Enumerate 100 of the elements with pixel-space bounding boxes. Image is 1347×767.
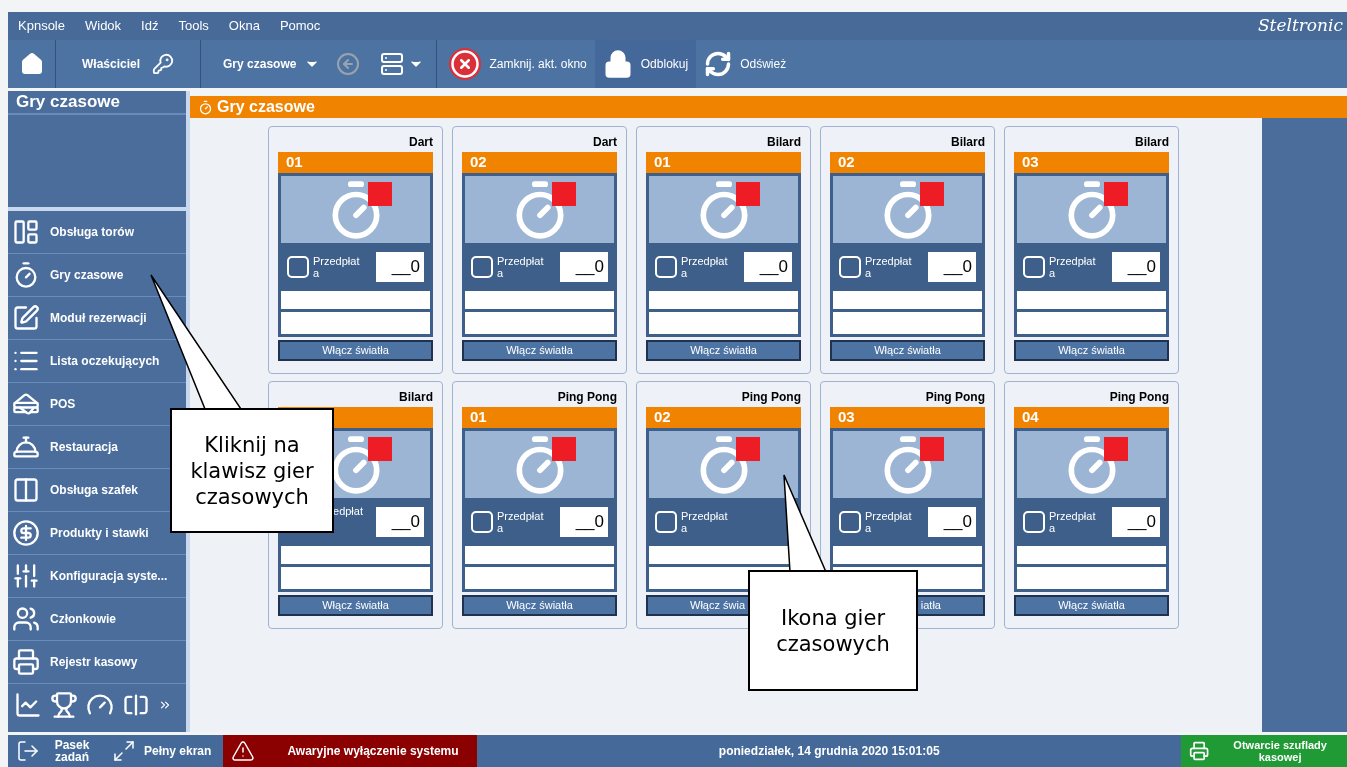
input-field[interactable]	[833, 312, 982, 334]
sidebar-item[interactable]: Obsługa torów	[8, 211, 186, 254]
sidebar-item[interactable]: Członkowie	[8, 598, 186, 641]
input-field[interactable]	[465, 546, 614, 564]
prepaid-amount-field[interactable]: __0	[1112, 252, 1160, 282]
locker-icon	[12, 476, 40, 504]
emergency-shutdown-button[interactable]: Awaryjne wyłączenie systemu	[223, 735, 478, 767]
input-field[interactable]	[281, 291, 430, 309]
game-name: Ping Pong	[557, 389, 617, 406]
input-field[interactable]	[649, 291, 798, 309]
lights-button[interactable]: Włącz światła	[278, 595, 433, 616]
prepaid-amount-field[interactable]: __0	[560, 252, 608, 282]
sidebar-item[interactable]: Rejestr kasowy	[8, 641, 186, 684]
input-field[interactable]	[649, 312, 798, 334]
hint-tooltip: Kliknij na klawisz gier czasowych	[170, 408, 334, 533]
prepaid-checkbox[interactable]	[287, 256, 309, 278]
lights-button[interactable]: Włącz światła	[278, 340, 433, 361]
refresh-icon	[704, 50, 733, 78]
input-field[interactable]	[833, 291, 982, 309]
sidebar-item[interactable]: Konfiguracja syste...	[8, 555, 186, 598]
menu-item[interactable]: Widok	[85, 16, 122, 36]
user-button[interactable]: Właściciel	[56, 40, 202, 88]
prepaid-checkbox[interactable]	[1023, 511, 1045, 533]
printer-icon	[1189, 739, 1210, 763]
prepaid-label: Przedpłata	[313, 255, 361, 279]
prepaid-amount-field[interactable]: __0	[928, 252, 976, 282]
prepaid-checkbox[interactable]	[471, 256, 493, 278]
lights-button[interactable]: Włącz światła	[646, 340, 801, 361]
input-field[interactable]	[833, 546, 982, 564]
printer-icon	[12, 648, 40, 676]
menu-item[interactable]: Tools	[178, 16, 209, 36]
menu-item[interactable]: Pomoc	[279, 16, 321, 36]
more-icon[interactable]	[158, 698, 172, 712]
prepaid-label: Przedpłata	[1049, 510, 1097, 534]
close-icon	[449, 48, 482, 80]
station-number-bar: 02	[830, 152, 985, 173]
lights-button[interactable]: Włącz światła	[1014, 595, 1169, 616]
trophy-icon[interactable]	[50, 691, 78, 719]
lights-button[interactable]: Włącz światła	[462, 340, 617, 361]
edit-icon	[12, 304, 40, 332]
lights-button[interactable]: Włącz światła	[462, 595, 617, 616]
prepaid-amount-field[interactable]: __0	[928, 507, 976, 537]
taskbar-button[interactable]: Pasek zadań	[8, 735, 100, 767]
prepaid-checkbox[interactable]	[655, 511, 677, 533]
prepaid-checkbox[interactable]	[1023, 256, 1045, 278]
close-window-button[interactable]: Zamknij. akt. okno	[437, 40, 595, 88]
sliders-icon	[12, 562, 40, 590]
date-time: poniedziałek, 14 grudnia 2020 15:01:05	[718, 743, 940, 760]
input-field[interactable]	[1017, 312, 1166, 334]
fullscreen-button[interactable]: Pełny ekran	[100, 735, 224, 767]
prepaid-checkbox[interactable]	[471, 511, 493, 533]
prepaid-amount-field[interactable]: __0	[376, 252, 424, 282]
logo: Steltronic	[1257, 14, 1343, 38]
lights-button[interactable]: Włącz światła	[1014, 340, 1169, 361]
prepaid-label: Przedpłata	[681, 255, 729, 279]
input-field[interactable]	[281, 546, 430, 564]
game-name: Bilard	[399, 389, 433, 406]
prepaid-amount-field[interactable]: __0	[1112, 507, 1160, 537]
fullscreen-icon	[112, 739, 136, 763]
chart-icon[interactable]	[14, 691, 42, 719]
cash-drawer-button[interactable]: Otwarcie szuflady kasowej	[1181, 735, 1347, 767]
input-field[interactable]	[281, 312, 430, 334]
input-field[interactable]	[465, 567, 614, 589]
station-number-bar: 02	[462, 152, 617, 173]
game-name: Bilard	[951, 134, 985, 151]
prepaid-amount-field[interactable]: __0	[560, 507, 608, 537]
unlock-button[interactable]: Odblokuj	[594, 40, 697, 88]
menu-item[interactable]: Kpnsole	[18, 16, 65, 36]
input-field[interactable]	[281, 567, 430, 589]
game-name: Ping Pong	[741, 389, 801, 406]
refresh-button[interactable]: Odśwież	[696, 40, 795, 88]
prepaid-checkbox[interactable]	[839, 256, 861, 278]
menu-item[interactable]: Idź	[141, 16, 159, 36]
prepaid-label: Przedpłata	[865, 255, 913, 279]
prepaid-label: Przedpłata	[497, 510, 545, 534]
input-field[interactable]	[1017, 567, 1166, 589]
prepaid-label: edpłat	[333, 505, 363, 517]
dollar-icon	[12, 519, 40, 547]
input-field[interactable]	[465, 312, 614, 334]
game-name: Bilard	[1135, 134, 1169, 151]
game-name: Dart	[593, 134, 617, 151]
menu-item[interactable]: Okna	[228, 16, 260, 36]
lights-button[interactable]: Włącz światła	[830, 340, 985, 361]
input-field[interactable]	[1017, 546, 1166, 564]
module-dropdown[interactable]: Gry czasowe	[201, 40, 329, 88]
game-name: Ping Pong	[1109, 389, 1169, 406]
station-number-bar: 03	[830, 407, 985, 428]
input-field[interactable]	[1017, 291, 1166, 309]
input-field[interactable]	[465, 291, 614, 309]
prepaid-amount-field[interactable]: __0	[376, 507, 424, 537]
warning-icon	[231, 739, 256, 763]
game-name: Bilard	[767, 134, 801, 151]
prepaid-checkbox[interactable]	[655, 256, 677, 278]
station-number-bar: 01	[278, 152, 433, 173]
prepaid-checkbox[interactable]	[839, 511, 861, 533]
game-name: Ping Pong	[925, 389, 985, 406]
exit-icon	[16, 739, 40, 763]
game-name: Dart	[409, 134, 433, 151]
prepaid-label: Przedpłata	[1049, 255, 1097, 279]
prepaid-amount-field[interactable]: __0	[744, 252, 792, 282]
